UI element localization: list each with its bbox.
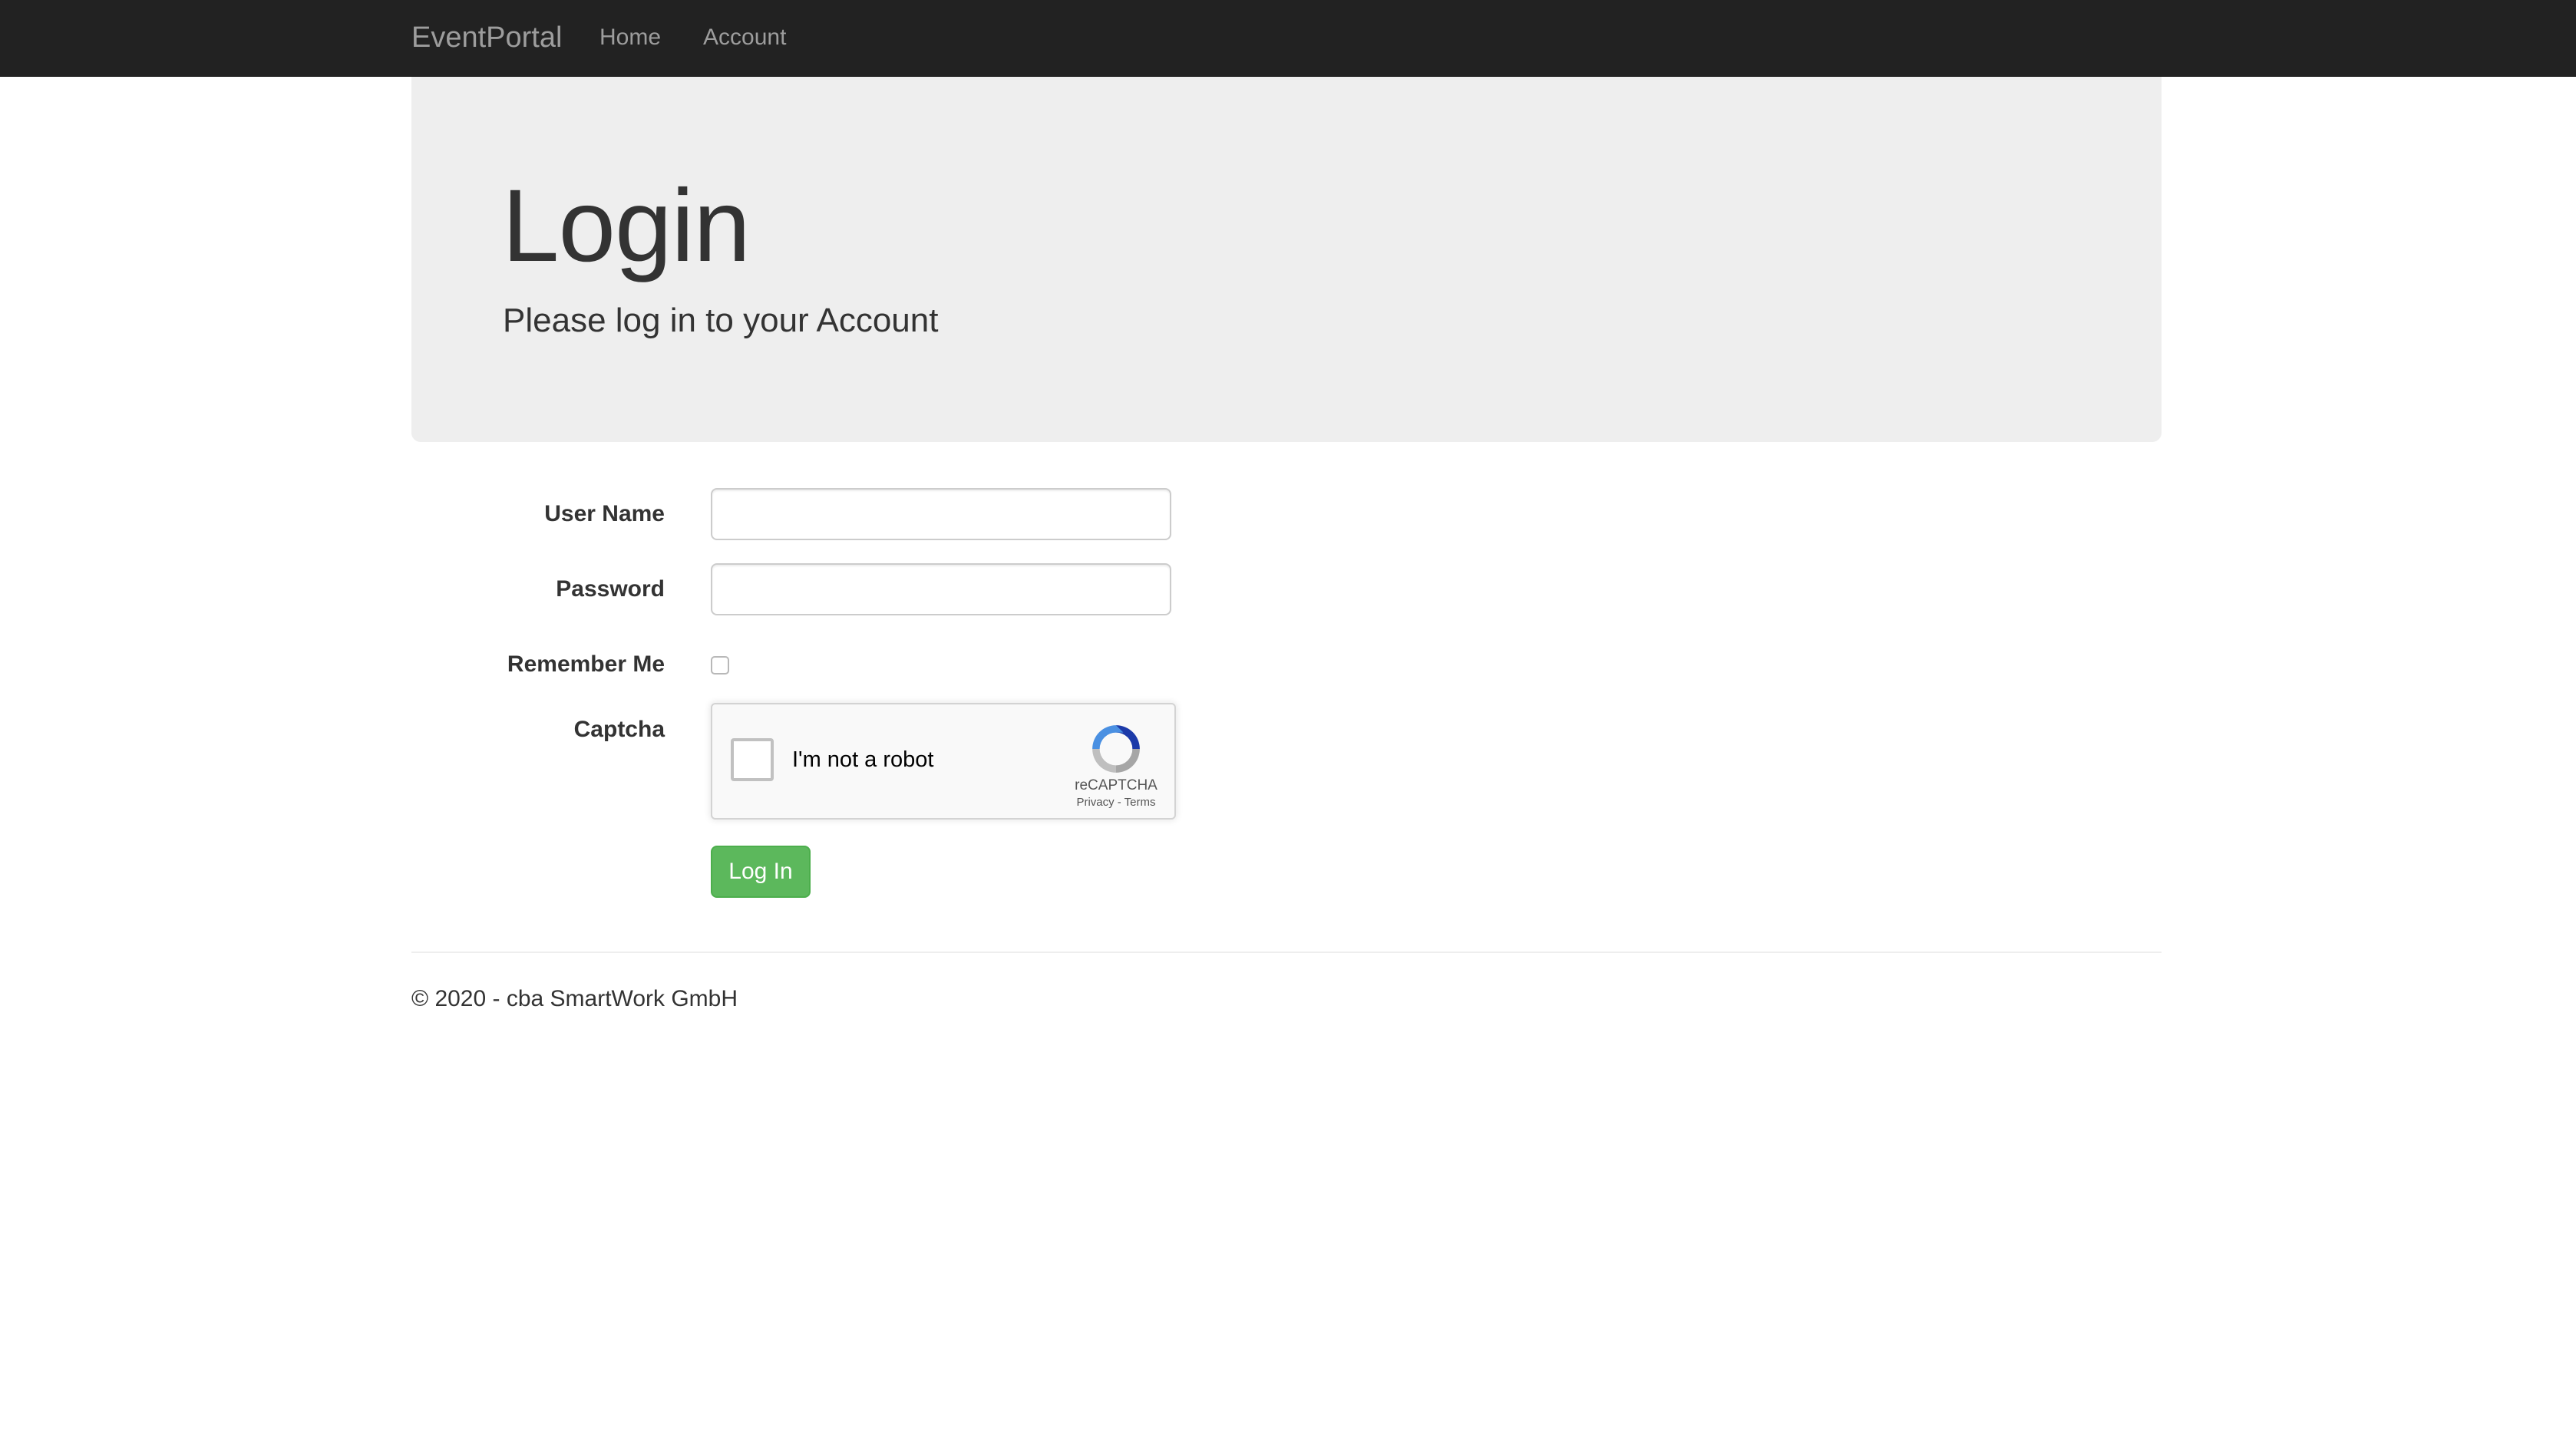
brand-link[interactable]: EventPortal: [411, 0, 562, 75]
password-label: Password: [556, 576, 665, 602]
username-label: User Name: [544, 501, 665, 526]
recaptcha-widget: I'm not a robot reCAPTCHA Privacy - Term…: [711, 703, 1176, 820]
recaptcha-logo-icon: [1092, 725, 1140, 773]
password-input[interactable]: [711, 563, 1171, 615]
recaptcha-brand: reCAPTCHA: [1075, 777, 1158, 793]
captcha-label: Captcha: [573, 717, 665, 742]
jumbotron: Login Please log in to your Account: [411, 77, 2162, 442]
recaptcha-prompt: I'm not a robot: [792, 747, 934, 772]
remember-me-label: Remember Me: [507, 651, 665, 677]
recaptcha-checkbox[interactable]: [731, 738, 774, 781]
remember-me-checkbox[interactable]: [711, 656, 729, 675]
footer-copyright: © 2020 - cba SmartWork GmbH: [411, 986, 738, 1011]
nav-home-link[interactable]: Home: [599, 0, 661, 75]
page-title: Login: [502, 169, 751, 283]
recaptcha-privacy-terms-links[interactable]: Privacy - Terms: [1059, 797, 1173, 808]
footer-divider: [411, 952, 2162, 953]
page-subtitle: Please log in to your Account: [503, 302, 939, 339]
username-input[interactable]: [711, 488, 1171, 540]
nav-account-link[interactable]: Account: [703, 0, 786, 75]
login-button[interactable]: Log In: [711, 846, 811, 898]
navbar: EventPortal Home Account: [0, 0, 2576, 77]
